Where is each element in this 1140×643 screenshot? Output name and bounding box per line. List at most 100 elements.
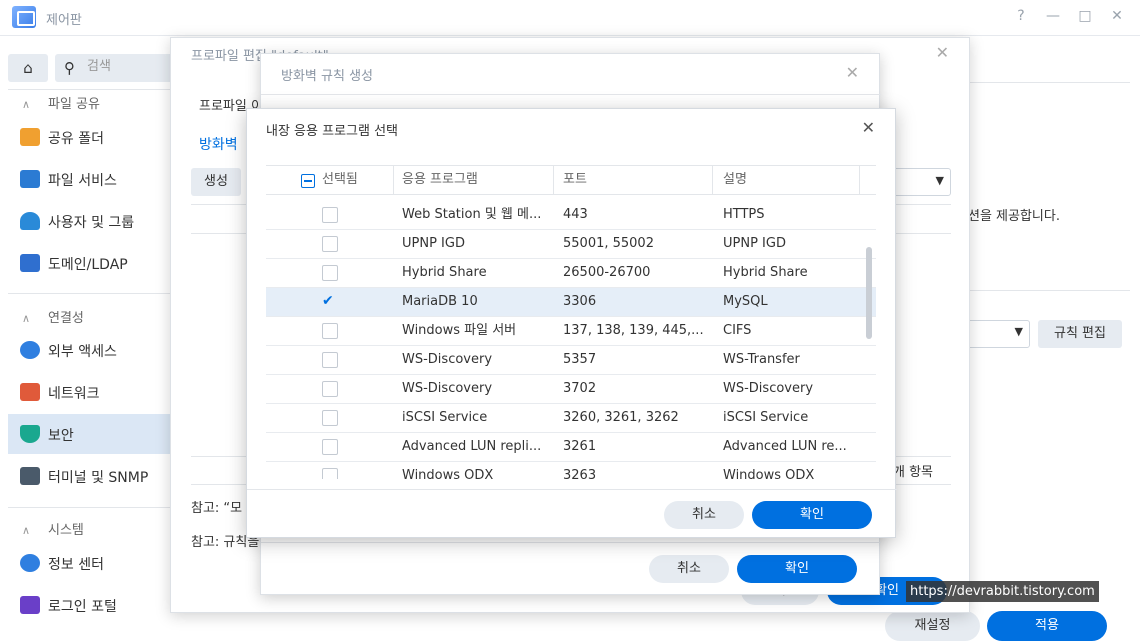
table-header: 선택됨 응용 프로그램 포트 설명 (266, 165, 876, 195)
home-icon: ⌂ (23, 59, 33, 77)
caret-down-icon: ▼ (935, 174, 944, 187)
help-button[interactable]: ? (1011, 8, 1031, 24)
shield-icon (20, 425, 40, 443)
ok-button[interactable]: 확인 (752, 501, 872, 529)
caret-down-icon: ▼ (1014, 325, 1023, 338)
table-row[interactable]: Advanced LUN repli... 3261 Advanced LUN re… (266, 433, 876, 462)
cancel-button[interactable]: 취소 (649, 555, 729, 583)
checkbox[interactable] (322, 323, 338, 339)
checked-checkbox[interactable]: ✔ (322, 293, 338, 309)
reset-button[interactable]: 재설정 (885, 611, 980, 641)
terminal-icon (20, 467, 40, 485)
table-row[interactable]: ✔ MariaDB 10 3306 MySQL (266, 288, 876, 317)
table-row[interactable]: Web Station 및 웹 메... 443 HTTPS (266, 201, 876, 230)
cell-app: Hybrid Share (402, 265, 487, 280)
cell-desc: MySQL (723, 294, 768, 309)
cell-desc: CIFS (723, 323, 752, 338)
column-divider (859, 166, 860, 194)
cell-app: Windows 파일 서버 (402, 323, 517, 338)
select-builtin-app-dialog: 내장 응용 프로그램 선택 ✕ 선택됨 응용 프로그램 포트 설명 Web St… (246, 108, 897, 538)
close-icon[interactable]: ✕ (862, 118, 875, 137)
title-bar: 제어판 ? — □ ✕ (0, 0, 1140, 36)
note-text: 참고: “모 (191, 501, 243, 516)
column-divider (393, 166, 394, 194)
table-row[interactable]: Windows ODX 3263 Windows ODX (266, 462, 876, 479)
cell-port: 3263 (563, 468, 597, 479)
cell-desc: WS-Discovery (723, 381, 814, 396)
info-icon (20, 554, 40, 572)
cancel-button[interactable]: 취소 (664, 501, 744, 529)
cell-app: WS-Discovery (402, 381, 493, 396)
table-row[interactable]: Windows 파일 서버 137, 138, 139, 445,... CIFS (266, 317, 876, 346)
table-row[interactable]: WS-Discovery 5357 WS-Transfer (266, 346, 876, 375)
minimize-button[interactable]: — (1043, 8, 1063, 24)
cell-desc: Advanced LUN re... (723, 439, 847, 454)
table-row[interactable]: iSCSI Service 3260, 3261, 3262 iSCSI Servi… (266, 404, 876, 433)
column-selected[interactable]: 선택됨 (322, 166, 358, 194)
column-divider (712, 166, 713, 194)
divider (970, 82, 1130, 83)
folder-icon (20, 128, 40, 146)
column-app[interactable]: 응용 프로그램 (402, 166, 478, 194)
control-panel-icon (12, 6, 36, 28)
table-row[interactable]: UPNP IGD 55001, 55002 UPNP IGD (266, 230, 876, 259)
login-portal-icon (20, 596, 40, 614)
watermark: https://devrabbit.tistory.com (906, 581, 1099, 602)
users-icon (20, 212, 40, 230)
checkbox[interactable] (322, 439, 338, 455)
cell-app: WS-Discovery (402, 352, 493, 367)
checkbox[interactable] (322, 410, 338, 426)
section-header-system[interactable]: ∧ 시스템 (22, 519, 84, 538)
column-description[interactable]: 설명 (723, 166, 747, 194)
checkbox[interactable] (322, 236, 338, 252)
divider (261, 542, 881, 543)
maximize-button[interactable]: □ (1075, 8, 1095, 24)
file-services-icon (20, 170, 40, 188)
close-icon[interactable]: ✕ (846, 63, 859, 82)
checkbox[interactable] (322, 352, 338, 368)
search-icon: ⚲ (64, 59, 75, 77)
cell-desc: iSCSI Service (723, 410, 809, 425)
cell-port: 3261 (563, 439, 597, 454)
ok-button[interactable]: 확인 (737, 555, 857, 583)
section-header-connectivity[interactable]: ∧ 연결성 (22, 307, 84, 326)
description-text: 션을 제공합니다. (968, 209, 1060, 224)
section-header-file-sharing[interactable]: ∧ 파일 공유 (22, 93, 100, 112)
cell-port: 3702 (563, 381, 597, 396)
home-button[interactable]: ⌂ (8, 54, 48, 82)
cell-port: 5357 (563, 352, 597, 367)
cell-app: MariaDB 10 (402, 294, 478, 309)
select-all-checkbox[interactable] (301, 174, 315, 188)
checkbox[interactable] (322, 381, 338, 397)
scrollbar[interactable] (866, 247, 872, 339)
cell-app: Advanced LUN repli... (402, 439, 542, 454)
chevron-up-icon: ∧ (22, 524, 31, 537)
cell-desc: Windows ODX (723, 468, 815, 479)
cell-app: Windows ODX (402, 468, 494, 479)
external-access-icon (20, 341, 40, 359)
checkbox[interactable] (322, 468, 338, 479)
cell-desc: Hybrid Share (723, 265, 808, 280)
cell-desc: HTTPS (723, 207, 765, 222)
checkbox[interactable] (322, 207, 338, 223)
table-row[interactable]: WS-Discovery 3702 WS-Discovery (266, 375, 876, 404)
column-port[interactable]: 포트 (563, 166, 587, 194)
column-divider (553, 166, 554, 194)
table-row[interactable]: Hybrid Share 26500-26700 Hybrid Share (266, 259, 876, 288)
item-count: 개 항목 (893, 465, 934, 480)
cell-app: iSCSI Service (402, 410, 488, 425)
close-window-button[interactable]: ✕ (1107, 8, 1127, 24)
close-icon[interactable]: ✕ (936, 43, 949, 62)
cell-desc: WS-Transfer (723, 352, 800, 367)
edit-rules-button[interactable]: 규칙 편집 (1038, 320, 1122, 348)
cell-app: Web Station 및 웹 메... (402, 207, 542, 222)
create-button[interactable]: 생성 (191, 168, 241, 196)
cell-port: 26500-26700 (563, 265, 651, 280)
checkbox[interactable] (322, 265, 338, 281)
window-title: 제어판 (46, 13, 82, 28)
cell-port: 137, 138, 139, 445,... (563, 323, 704, 338)
chevron-up-icon: ∧ (22, 98, 31, 111)
tab-firewall[interactable]: 방화벽 (199, 134, 238, 154)
divider (970, 290, 1130, 291)
apply-button[interactable]: 적용 (987, 611, 1107, 641)
